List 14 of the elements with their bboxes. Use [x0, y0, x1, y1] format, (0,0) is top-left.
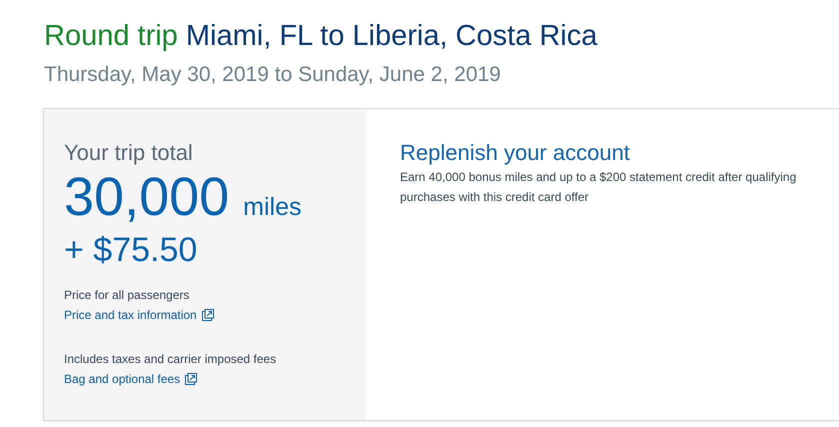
external-link-icon [202, 309, 214, 321]
note-text: Price for all passengers [64, 287, 190, 304]
miles-unit: miles [243, 193, 302, 222]
cash-amount: + $75.50 [64, 230, 198, 271]
trip-title: Round trip Miami, FL to Liberia, Costa Rica [44, 19, 598, 54]
info-link[interactable]: Bag and optional fees [64, 369, 198, 389]
offer-text: Earn 40,000 bonus miles and up to a $200 statement credit after qualifying purchases with this credit card offer [400, 169, 798, 206]
note-text: Includes taxes and carrier imposed fees [64, 351, 278, 368]
trip-dates: Thursday, May 30, 2019 to Sunday, June 2, 2019 [44, 62, 502, 88]
miles-amount: 30,000 [64, 167, 230, 227]
info-link[interactable]: Price and tax information [64, 305, 214, 325]
offer-title: Replenish your account [400, 139, 631, 167]
total-label: Your trip total [64, 139, 194, 167]
external-link-icon [185, 373, 198, 385]
